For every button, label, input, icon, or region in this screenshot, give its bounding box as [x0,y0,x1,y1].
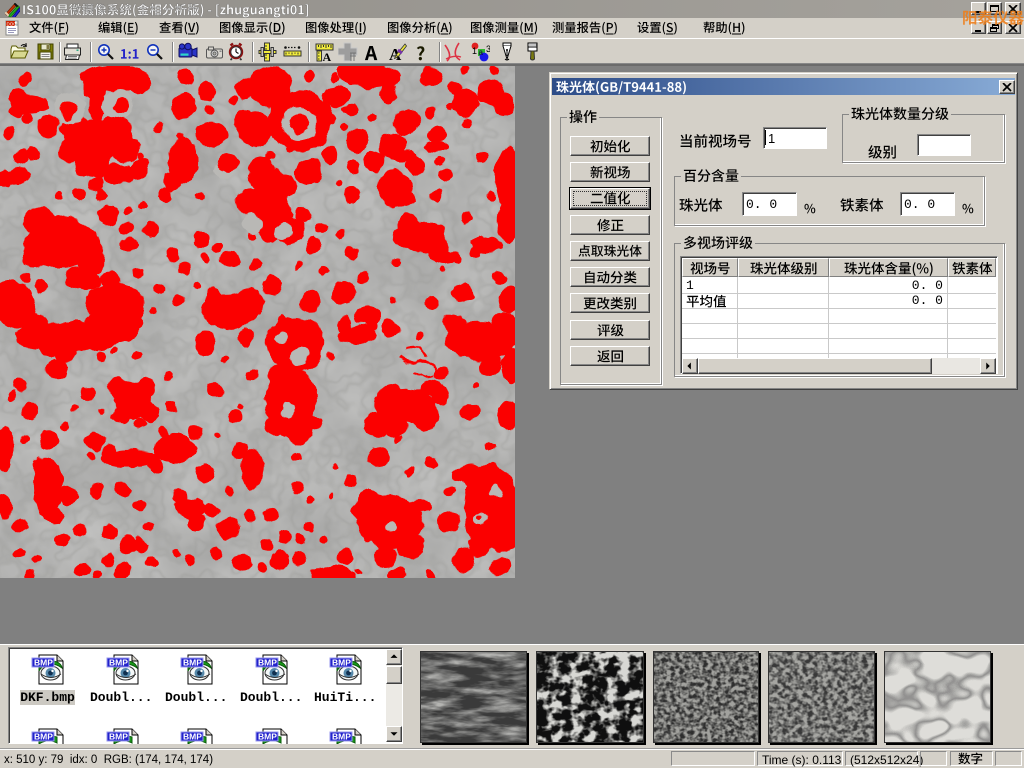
svg-text:BMP: BMP [109,732,128,742]
svg-text:BMP: BMP [258,658,277,668]
svg-text:BMP: BMP [332,658,351,668]
svg-text:BMP: BMP [258,732,277,742]
svg-text:BMP: BMP [183,658,202,668]
svg-text:BMP: BMP [34,658,53,668]
svg-text:A: A [323,50,332,62]
svg-text:a: a [479,48,484,57]
svg-text:BMP: BMP [34,732,53,742]
svg-text:1: 1 [472,46,477,56]
svg-text:BMP: BMP [109,658,128,668]
svg-text:BMP: BMP [183,732,202,742]
svg-text:BMP: BMP [332,732,351,742]
svg-text:3: 3 [486,44,490,54]
svg-text:DOC: DOC [7,22,18,27]
